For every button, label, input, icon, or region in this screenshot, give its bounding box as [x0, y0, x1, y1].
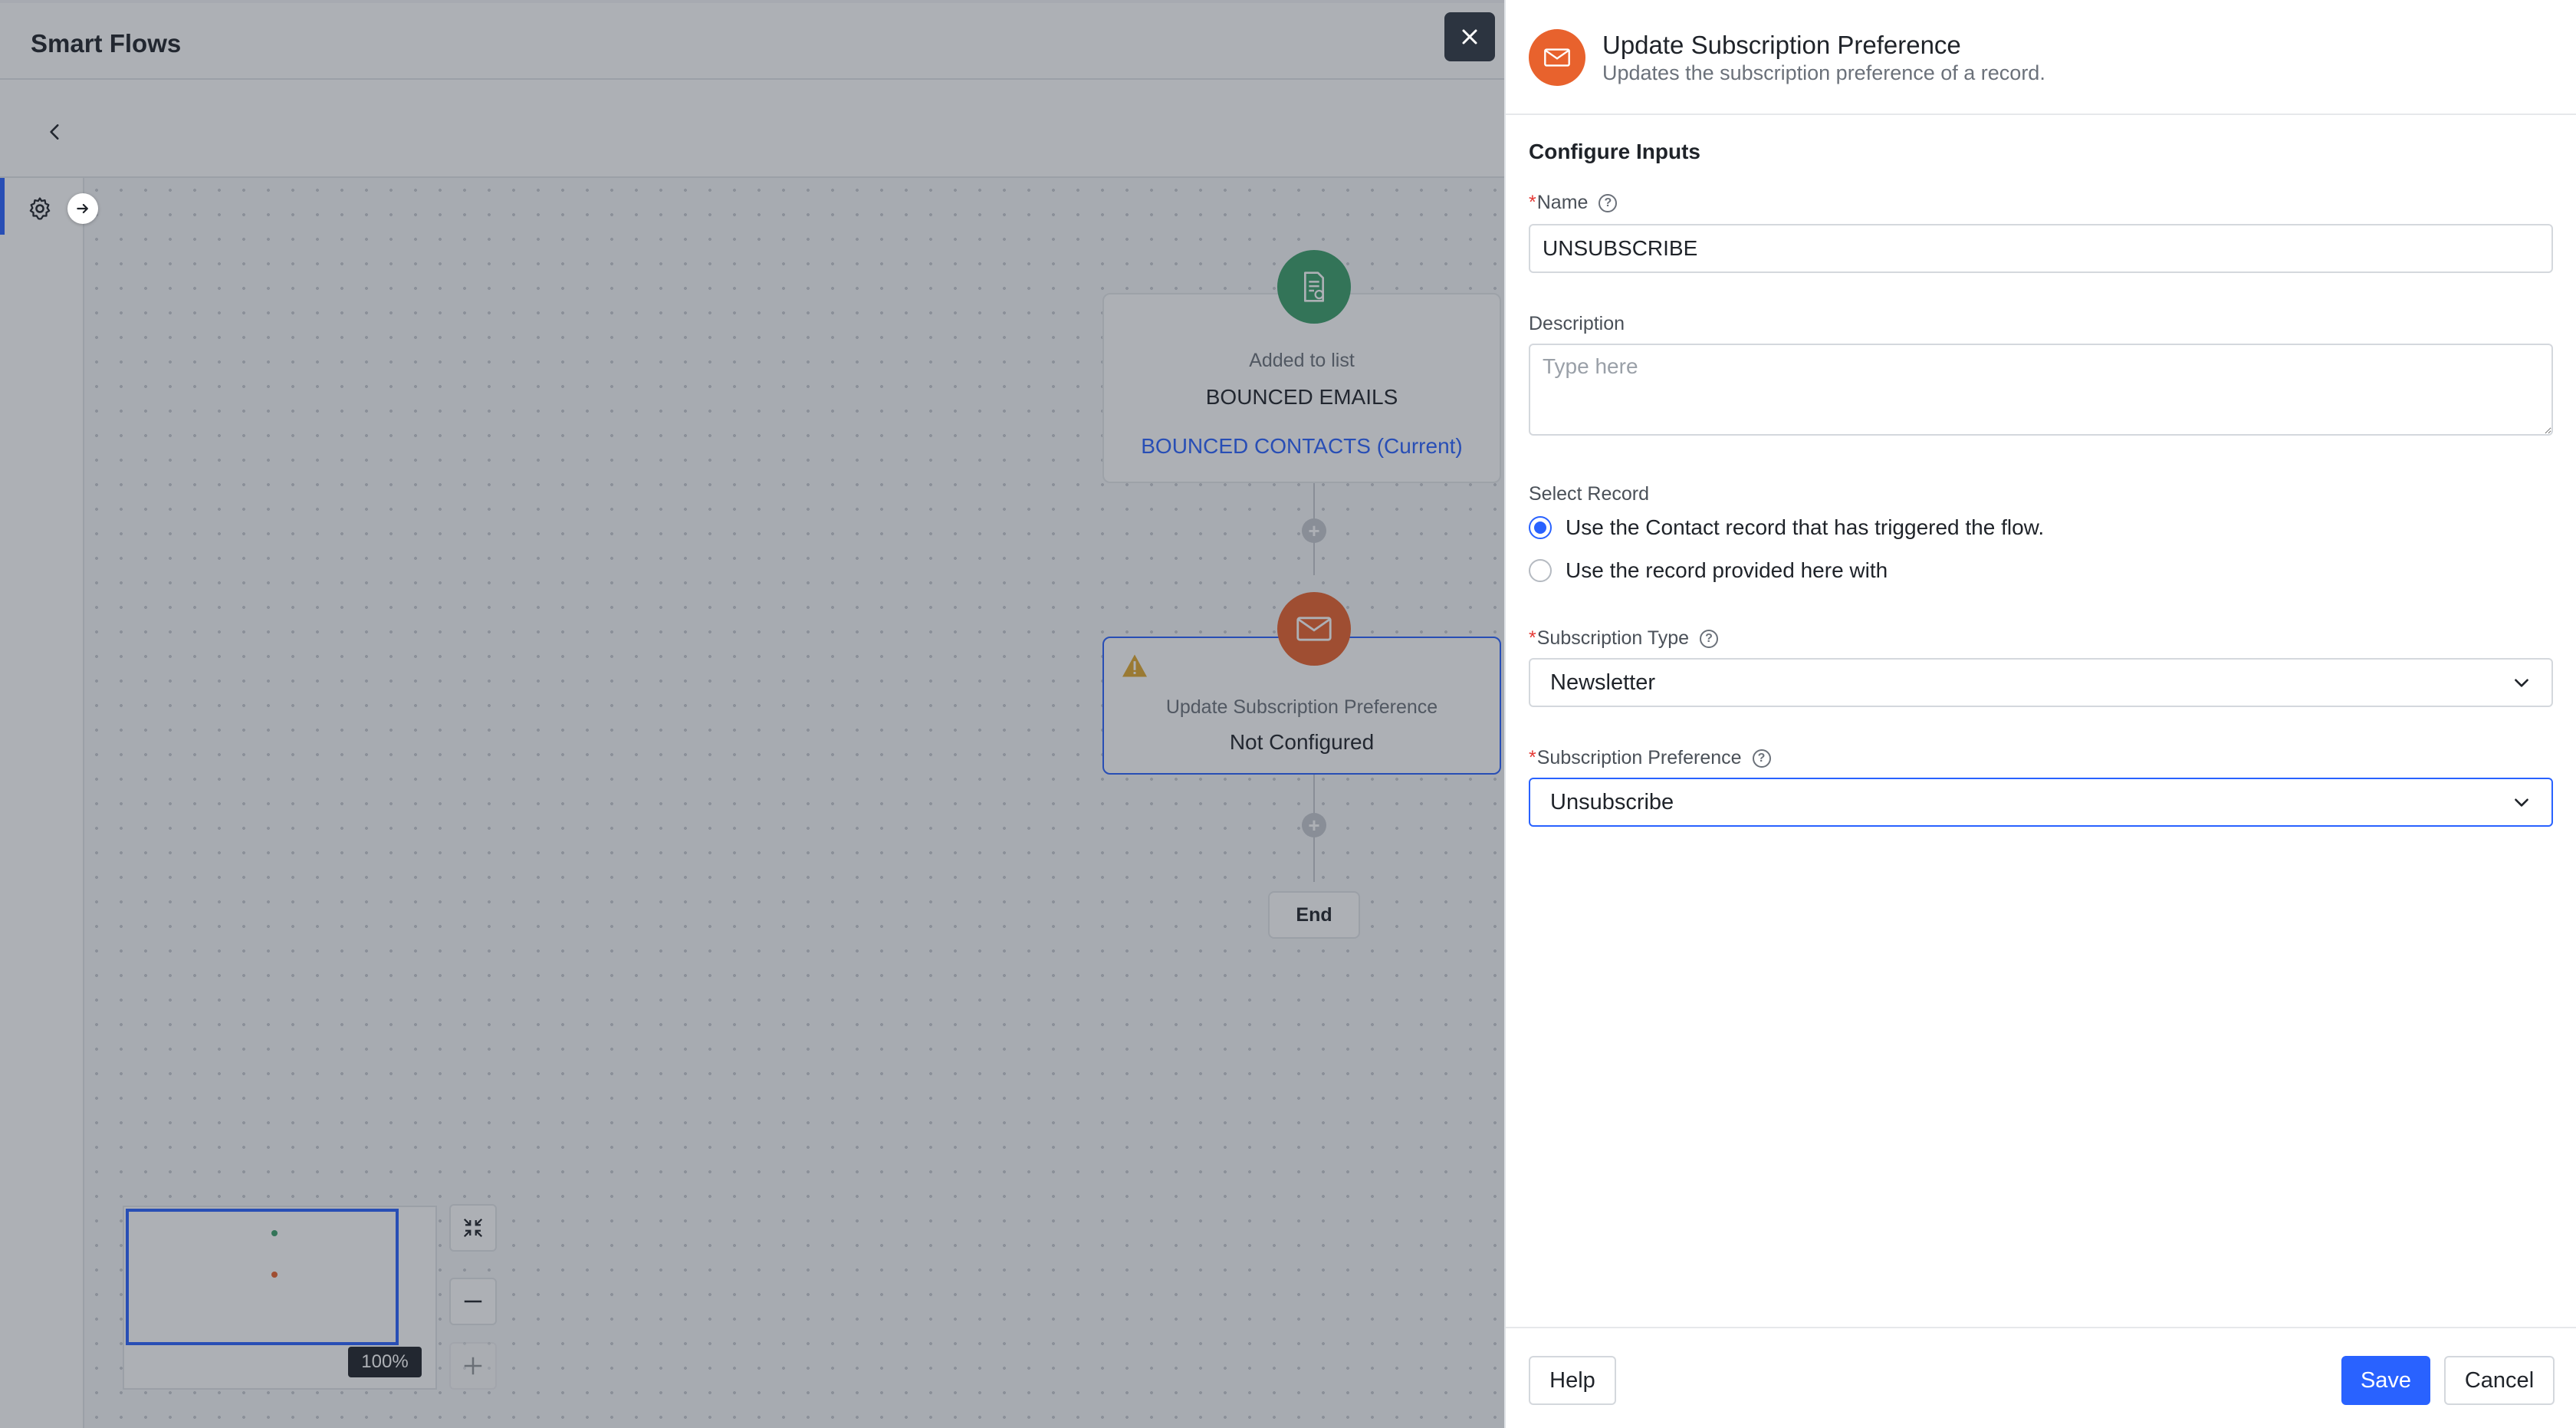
help-circle-icon[interactable]: ? — [1700, 629, 1719, 648]
action-icon-circle — [1529, 29, 1585, 86]
arrow-right-icon — [77, 203, 88, 214]
panel-footer: Help Save Cancel — [1506, 1327, 2576, 1428]
radio-option-label: Use the Contact record that has triggere… — [1566, 515, 2045, 539]
radio-option-provided-record[interactable]: Use the record provided here with — [1529, 558, 1888, 583]
configure-step-panel: Update Subscription Preference Updates t… — [1504, 0, 2576, 1428]
subscription-type-label-text: Subscription Type — [1536, 627, 1690, 649]
description-textarea[interactable] — [1529, 344, 2553, 436]
radio-button-selected[interactable] — [1529, 516, 1552, 539]
subscription-type-select[interactable]: Newsletter — [1529, 658, 2553, 707]
close-panel-button[interactable] — [1444, 12, 1495, 61]
save-button[interactable]: Save — [2341, 1356, 2430, 1405]
subscription-preference-select[interactable]: Unsubscribe — [1529, 778, 2553, 827]
description-field-label: Description — [1529, 313, 1625, 334]
help-circle-icon[interactable]: ? — [1752, 749, 1771, 768]
subscription-preference-label: *Subscription Preference ? — [1529, 747, 1771, 769]
radio-option-label: Use the record provided here with — [1566, 558, 1888, 582]
name-field-label: *Name ? — [1529, 192, 1618, 214]
name-label-text: Name — [1536, 192, 1589, 213]
select-record-label: Select Record — [1529, 483, 1650, 505]
required-marker: * — [1529, 747, 1536, 768]
modal-backdrop[interactable] — [0, 0, 1504, 1428]
panel-title: Update Subscription Preference — [1602, 31, 1961, 59]
panel-header: Update Subscription Preference Updates t… — [1506, 0, 2576, 115]
chevron-down-icon — [2515, 798, 2528, 807]
chevron-down-icon — [2515, 679, 2528, 687]
expand-sidebar-button[interactable] — [67, 193, 98, 224]
section-title: Configure Inputs — [1529, 140, 1700, 163]
flow-builder: Smart Flows Added to list BOUNCED EMAILS… — [0, 0, 1520, 1428]
required-marker: * — [1529, 192, 1536, 213]
panel-subtitle: Updates the subscription preference of a… — [1602, 61, 2045, 84]
subscription-type-value: Newsletter — [1550, 670, 1655, 695]
name-input[interactable] — [1529, 224, 2553, 273]
subscription-preference-label-text: Subscription Preference — [1536, 747, 1742, 768]
radio-option-trigger-record[interactable]: Use the Contact record that has triggere… — [1529, 515, 2044, 540]
help-button[interactable]: Help — [1529, 1356, 1616, 1405]
close-icon — [1462, 29, 1477, 44]
required-marker: * — [1529, 627, 1536, 649]
help-circle-icon[interactable]: ? — [1598, 193, 1618, 212]
subscription-preference-value: Unsubscribe — [1550, 789, 1674, 814]
subscription-type-label: *Subscription Type ? — [1529, 627, 1719, 650]
cancel-button[interactable]: Cancel — [2444, 1356, 2555, 1405]
envelope-icon — [1544, 48, 1570, 67]
radio-button[interactable] — [1529, 559, 1552, 582]
